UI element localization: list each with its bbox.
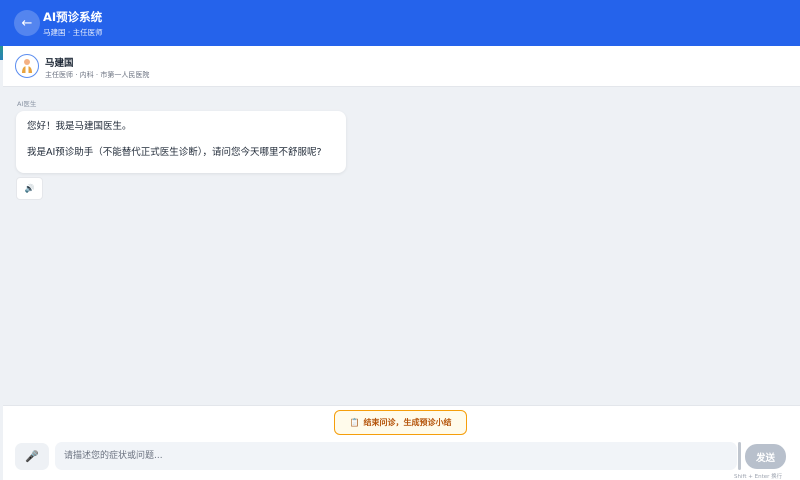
- chat-area[interactable]: AI医生 您好！我是马建国医生。 我是AI预诊助手（不能替代正式医生诊断），请问…: [3, 87, 800, 405]
- message-line-question: 我是AI预诊助手（不能替代正式医生诊断），请问您今天哪里不舒服呢?: [27, 147, 322, 158]
- page-subtitle: 马建国 · 主任医师: [43, 28, 103, 37]
- end-consultation-label: 结束问诊，生成预诊小结: [363, 418, 452, 427]
- message-line-greeting: 您好！我是马建国医生。: [27, 121, 132, 132]
- input-resize-handle[interactable]: [738, 442, 741, 470]
- app-header: ← AI预诊系统 马建国 · 主任医师: [0, 0, 800, 46]
- doctor-avatar-icon: [15, 54, 39, 78]
- doctor-name: 马建国: [45, 58, 74, 69]
- back-arrow-icon: ←: [21, 15, 33, 31]
- ai-sender-label: AI医生: [17, 100, 37, 108]
- microphone-icon: 🎤: [25, 450, 39, 463]
- input-panel: 📋 结束问诊，生成预诊小结 🎤 发送 Shift + Enter 换行: [3, 405, 800, 480]
- newline-hint: Shift + Enter 换行: [734, 474, 783, 480]
- ai-message-bubble: 您好！我是马建国医生。 我是AI预诊助手（不能替代正式医生诊断），请问您今天哪里…: [16, 111, 346, 173]
- message-input[interactable]: [55, 442, 737, 470]
- voice-input-button[interactable]: 🎤: [15, 443, 49, 470]
- doctor-info-bar: 马建国 主任医师 · 内科 · 市第一人民医院: [3, 46, 800, 87]
- clipboard-icon: 📋: [349, 418, 360, 427]
- doctor-meta: 主任医师 · 内科 · 市第一人民医院: [45, 71, 150, 79]
- play-audio-button[interactable]: 🔊: [16, 177, 43, 200]
- speaker-icon: 🔊: [24, 184, 35, 193]
- send-button[interactable]: 发送: [745, 444, 786, 469]
- doctor-figure-icon: [22, 59, 32, 73]
- end-consultation-button[interactable]: 📋 结束问诊，生成预诊小结: [334, 410, 467, 435]
- page-title: AI预诊系统: [43, 10, 103, 24]
- back-button[interactable]: ←: [14, 10, 40, 36]
